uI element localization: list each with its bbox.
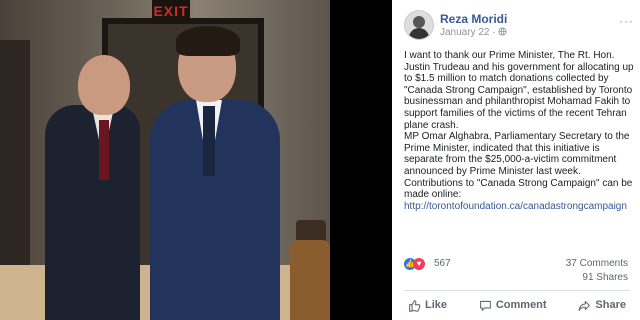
post-text: I want to thank our Prime Minister, The … [404, 50, 634, 212]
person-left-body [45, 105, 140, 320]
love-reaction-icon: ♥ [413, 258, 425, 270]
comment-icon [479, 300, 491, 311]
like-label: Like [425, 299, 448, 311]
person-right-hair [176, 26, 240, 56]
post-panel: Reza Moridi January 22 · ··· I want to t… [392, 0, 640, 320]
person-right-tie [203, 106, 215, 176]
avatar-shoulders [409, 28, 429, 39]
person-left-head [78, 55, 130, 115]
shares-count[interactable]: 91 Shares [582, 272, 628, 283]
post-paragraph: I want to thank our Prime Minister, The … [404, 50, 634, 131]
exit-sign: EXIT [152, 0, 190, 22]
viewer-gutter [330, 0, 392, 320]
actions-divider [404, 290, 630, 291]
globe-icon: · [492, 27, 507, 38]
avatar[interactable] [404, 10, 434, 40]
share-icon [579, 300, 591, 311]
comment-label: Comment [495, 299, 547, 311]
comments-count[interactable]: 37 Comments [566, 258, 628, 269]
post-date[interactable]: January 22 [440, 27, 489, 38]
post-photo[interactable]: EXIT [0, 0, 330, 320]
action-bar: Like Comment Share [404, 294, 630, 316]
post-paragraph: Contributions to "Canada Strong Campaign… [404, 177, 633, 201]
post-header: Reza Moridi January 22 · ··· [404, 10, 634, 40]
reaction-count[interactable]: 567 [434, 258, 451, 269]
photo-door [0, 40, 30, 270]
share-button[interactable]: Share [574, 294, 630, 316]
reactions-bar: 👍 ♥ 567 37 Comments 91 Shares [404, 258, 634, 286]
post-paragraph: MP Omar Alghabra, Parliamentary Secretar… [404, 131, 630, 177]
person-left-tie [99, 120, 109, 180]
comment-button[interactable]: Comment [475, 294, 551, 316]
post-meta: January 22 · [440, 27, 507, 38]
thumbs-up-icon [409, 299, 421, 312]
more-options-icon[interactable]: ··· [619, 14, 634, 28]
like-button[interactable]: Like [404, 294, 451, 316]
author-name[interactable]: Reza Moridi [440, 12, 507, 26]
avatar-head [413, 16, 425, 28]
reaction-icons[interactable]: 👍 ♥ [404, 258, 425, 270]
donation-link[interactable]: http://torontofoundation.ca/canadastrong… [404, 201, 627, 212]
share-label: Share [595, 299, 626, 311]
lamp-base [290, 240, 330, 320]
